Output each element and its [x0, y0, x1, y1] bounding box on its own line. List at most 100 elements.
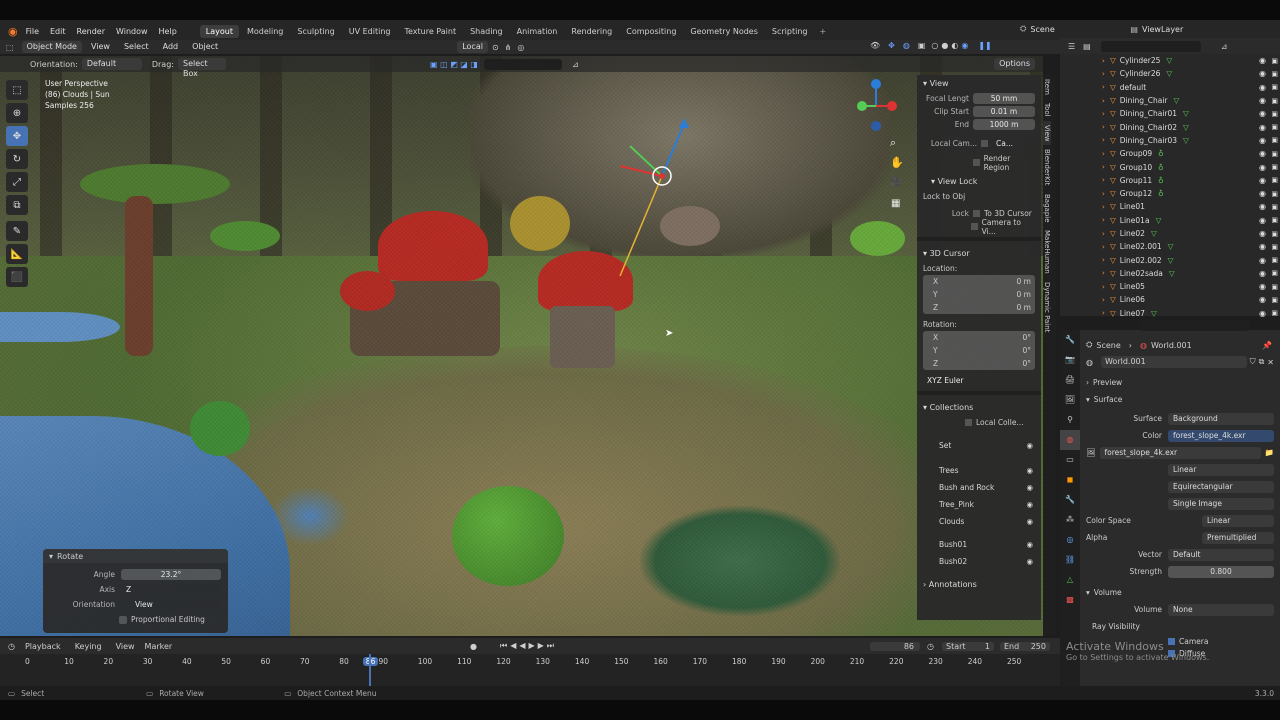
fake-user-icon[interactable]: ⛉ — [1250, 357, 1256, 367]
render-camera-icon[interactable]: ▣ — [1271, 83, 1278, 91]
alpha-dropdown[interactable]: Premultiplied — [1202, 531, 1274, 544]
measure-tool-icon[interactable]: 📐 — [6, 244, 28, 264]
collection-properties-icon[interactable]: ▭ — [1060, 450, 1080, 470]
rotation-mode-dropdown[interactable]: XYZ Euler — [923, 375, 1035, 386]
collection-row[interactable]: Bush02 ◉ — [917, 553, 1041, 570]
local-camera-field[interactable]: Ca... — [992, 138, 1035, 149]
eye-icon[interactable]: ◉ — [1026, 517, 1033, 526]
render-camera-icon[interactable]: ▣ — [1271, 190, 1278, 198]
eye-icon[interactable]: ◉ — [1259, 123, 1266, 132]
render-camera-icon[interactable]: ▣ — [1271, 256, 1278, 264]
timeline-tick[interactable]: 90 — [379, 657, 389, 666]
preview-panel[interactable]: › Preview — [1080, 374, 1280, 391]
render-camera-icon[interactable]: ▣ — [1271, 97, 1278, 105]
expand-icon[interactable]: › — [1102, 150, 1110, 158]
outliner-item[interactable]: › ▽ Dining_Chair02 ▽ ◉ ▣ — [1060, 120, 1280, 133]
menu-keying[interactable]: Keying — [75, 642, 102, 651]
timeline-tick[interactable]: 220 — [889, 657, 903, 666]
texture-properties-icon[interactable]: ▩ — [1060, 590, 1080, 610]
outliner-item[interactable]: › ▽ Cylinder26 ▽ ◉ ▣ — [1060, 67, 1280, 80]
tab-uv-editing[interactable]: UV Editing — [343, 25, 397, 38]
render-camera-icon[interactable]: ▣ — [1271, 123, 1278, 131]
outliner-item[interactable]: › ▽ Cylinder25 ▽ ◉ ▣ — [1060, 54, 1280, 67]
local-collections-checkbox[interactable] — [965, 419, 972, 426]
eye-icon[interactable]: ◉ — [1259, 109, 1266, 118]
editor-type-icon[interactable]: ⬚ — [6, 43, 14, 52]
options-dropdown[interactable]: Options — [994, 58, 1035, 70]
tab-geometry-nodes[interactable]: Geometry Nodes — [684, 25, 763, 38]
eye-icon[interactable]: ◉ — [1259, 216, 1266, 225]
cursor-rot-y-field[interactable]: 0° — [1022, 346, 1031, 355]
expand-icon[interactable]: › — [1102, 163, 1110, 171]
render-camera-icon[interactable]: ▣ — [1271, 309, 1278, 317]
timeline-tick[interactable]: 190 — [771, 657, 785, 666]
render-camera-icon[interactable]: ▣ — [1271, 110, 1278, 118]
outliner-item[interactable]: › ▽ Line05 ◉ ▣ — [1060, 280, 1280, 293]
tab-scripting[interactable]: Scripting — [766, 25, 814, 38]
render-camera-icon[interactable]: ▣ — [1271, 70, 1278, 78]
colorspace-dropdown[interactable]: Linear — [1202, 514, 1274, 527]
navigation-gizmo[interactable] — [852, 76, 902, 136]
move-tool-icon[interactable]: ✥ — [6, 126, 28, 146]
outliner-item[interactable]: › ▽ Group09 ♁ ◉ ▣ — [1060, 147, 1280, 160]
eye-icon[interactable]: ◉ — [1259, 229, 1266, 238]
outliner-item[interactable]: › ▽ Line02 ▽ ◉ ▣ — [1060, 227, 1280, 240]
proportional-checkbox[interactable] — [119, 615, 127, 624]
transform-orientation-dropdown[interactable]: Local — [457, 41, 488, 53]
orientation-dropdown-rotate[interactable]: View — [121, 599, 221, 610]
angle-field[interactable]: 23.2° — [121, 569, 221, 580]
wireframe-shading-icon[interactable]: ○ — [931, 41, 938, 50]
timeline[interactable]: 0102030405060708086901001101201301401501… — [0, 654, 1060, 686]
eye-icon[interactable]: ◉ — [1259, 295, 1266, 304]
timeline-ruler[interactable]: 0102030405060708086901001101201301401501… — [0, 654, 1060, 668]
cursor-tool-icon[interactable]: ⊕ — [6, 103, 28, 123]
close-icon[interactable]: ✕ — [1267, 358, 1274, 367]
object-properties-icon[interactable]: ◼ — [1060, 470, 1080, 490]
timeline-tick[interactable]: 180 — [732, 657, 746, 666]
menu-select[interactable]: Select — [119, 41, 154, 53]
eye-icon[interactable]: ◉ — [1259, 202, 1266, 211]
transform-tool-icon[interactable]: ⧉ — [6, 195, 28, 215]
collection-row[interactable]: Tree_Pink ◉ — [917, 496, 1041, 513]
tab-compositing[interactable]: Compositing — [620, 25, 682, 38]
ray-visibility-panel[interactable]: Ray Visibility — [1080, 618, 1280, 635]
render-region-checkbox[interactable] — [973, 159, 980, 166]
viewlayer-icon[interactable]: ▤ — [1130, 25, 1138, 34]
timeline-tick[interactable]: 20 — [104, 657, 114, 666]
expand-icon[interactable]: › — [1102, 230, 1110, 238]
outliner-item[interactable]: › ▽ Line02.001 ▽ ◉ ▣ — [1060, 240, 1280, 253]
outliner-search-input[interactable] — [1100, 40, 1201, 52]
clip-start-field[interactable]: 0.01 m — [973, 106, 1035, 117]
view-layer-icon[interactable]: 🖼 — [1060, 390, 1080, 410]
viewport-search-input[interactable] — [483, 58, 562, 70]
timeline-tick[interactable]: 240 — [968, 657, 982, 666]
outliner-item[interactable]: › ▽ Dining_Chair01 ▽ ◉ ▣ — [1060, 107, 1280, 120]
scene-name[interactable]: Scene — [1030, 25, 1090, 34]
breadcrumb-world[interactable]: World.001 — [1151, 341, 1192, 350]
collection-row[interactable]: Clouds ◉ — [917, 513, 1041, 530]
expand-icon[interactable]: › — [1102, 296, 1110, 304]
timeline-tick[interactable]: 230 — [928, 657, 942, 666]
expand-icon[interactable]: › — [1102, 309, 1110, 317]
outliner-item[interactable]: › ▽ Line01 ◉ ▣ — [1060, 200, 1280, 213]
snap-icon[interactable]: ⋔ — [505, 43, 512, 52]
eye-icon[interactable]: ◉ — [1259, 163, 1266, 172]
pivot-icon[interactable]: ⊙ — [492, 43, 499, 52]
annotations-section-title[interactable]: › Annotations — [917, 576, 1041, 593]
menu-object[interactable]: Object — [187, 41, 223, 53]
add-workspace-icon[interactable]: + — [819, 27, 826, 36]
focal-length-field[interactable]: 50 mm — [973, 93, 1035, 104]
expand-icon[interactable]: › — [1102, 190, 1110, 198]
expand-icon[interactable]: › — [1102, 136, 1110, 144]
menu-add[interactable]: Add — [158, 41, 184, 53]
surface-panel[interactable]: ▾ Surface — [1080, 391, 1280, 408]
expand-icon[interactable]: › — [1102, 57, 1110, 65]
outliner-item[interactable]: › ▽ Group11 ♁ ◉ ▣ — [1060, 174, 1280, 187]
collection-row[interactable]: Bush and Rock ◉ — [917, 479, 1041, 496]
expand-icon[interactable]: › — [1102, 283, 1110, 291]
outliner-item[interactable]: › ▽ Group12 ♁ ◉ ▣ — [1060, 187, 1280, 200]
render-camera-icon[interactable]: ▣ — [1271, 296, 1278, 304]
display-mode-icon[interactable]: ▤ — [1083, 42, 1091, 51]
menu-view[interactable]: View — [86, 41, 115, 53]
cursor-rot-x-field[interactable]: 0° — [1022, 333, 1031, 342]
